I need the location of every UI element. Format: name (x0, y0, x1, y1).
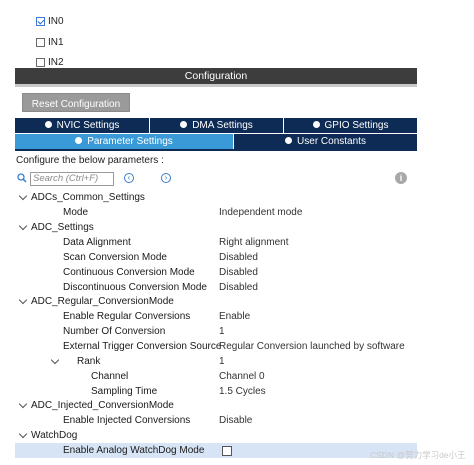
param-row-continuous-conversion-mode[interactable]: Continuous Conversion Mode Disabled (15, 265, 417, 280)
watermark: CSDN @努力学习de小王 (370, 450, 466, 460)
status-dot-icon (285, 137, 293, 144)
tab-parameter-settings[interactable]: Parameter Settings (15, 134, 233, 149)
param-row-enable-analog-watchdog-mode[interactable]: Enable Analog WatchDog Mode (15, 443, 417, 458)
tree-row-adc-regular-conversionmode[interactable]: ADC_Regular_ConversionMode (15, 294, 417, 309)
tab-dma-settings[interactable]: DMA Settings (150, 118, 283, 133)
in2-checkbox[interactable] (36, 58, 45, 67)
param-row-number-of-conversion[interactable]: Number Of Conversion 1 (15, 324, 417, 339)
in1-checkbox[interactable] (36, 38, 45, 47)
tree-row-adc-injected-conversionmode[interactable]: ADC_Injected_ConversionMode (15, 398, 417, 413)
analog-watchdog-checkbox[interactable] (222, 446, 232, 456)
param-row-sampling-time[interactable]: Sampling Time 1.5 Cycles (15, 384, 417, 399)
param-row-enable-regular-conversions[interactable]: Enable Regular Conversions Enable (15, 309, 417, 324)
param-row-channel[interactable]: Channel Channel 0 (15, 369, 417, 384)
status-dot-icon (44, 121, 52, 128)
search-input[interactable]: Search (Ctrl+F) (30, 172, 114, 186)
expand-arrow-icon[interactable] (18, 295, 28, 305)
expand-arrow-icon[interactable] (18, 429, 28, 439)
expand-arrow-icon[interactable] (18, 191, 28, 201)
status-dot-icon (75, 137, 83, 144)
expand-arrow-icon[interactable] (18, 399, 28, 409)
param-row-discontinuous-conversion-mode[interactable]: Discontinuous Conversion Mode Disabled (15, 280, 417, 295)
in2-clip: IN2 (0, 55, 474, 68)
search-icon (17, 173, 27, 183)
header-divider (15, 84, 417, 87)
in0-checkbox[interactable] (36, 17, 45, 26)
configure-hint: Configure the below parameters : (16, 155, 164, 166)
reset-configuration-button[interactable]: Reset Configuration (22, 93, 130, 112)
tree-row-adcs-common-settings[interactable]: ADCs_Common_Settings (15, 190, 417, 205)
in2-label: IN2 (48, 57, 64, 68)
param-row-mode[interactable]: Mode Independent mode (15, 205, 417, 220)
tree-row-adc-settings[interactable]: ADC_Settings (15, 220, 417, 235)
expand-arrow-icon[interactable] (18, 221, 28, 231)
tabs-underline (15, 149, 417, 151)
param-row-external-trigger-source[interactable]: External Trigger Conversion Source Regul… (15, 339, 417, 354)
configuration-header: Configuration (15, 68, 417, 84)
tree-row-rank[interactable]: Rank 1 (15, 354, 417, 369)
tree-row-watchdog[interactable]: WatchDog (15, 428, 417, 443)
tab-nvic-settings[interactable]: NVIC Settings (15, 118, 149, 133)
in1-label: IN1 (48, 37, 64, 48)
tab-gpio-settings[interactable]: GPIO Settings (284, 118, 417, 133)
info-icon[interactable]: i (395, 172, 407, 184)
status-dot-icon (180, 121, 188, 128)
search-next-icon[interactable]: › (161, 173, 171, 183)
param-row-scan-conversion-mode[interactable]: Scan Conversion Mode Disabled (15, 250, 417, 265)
param-row-data-alignment[interactable]: Data Alignment Right alignment (15, 235, 417, 250)
expand-arrow-icon[interactable] (50, 355, 60, 365)
in0-label: IN0 (48, 16, 64, 27)
search-previous-icon[interactable]: ‹ (124, 173, 134, 183)
param-row-enable-injected-conversions[interactable]: Enable Injected Conversions Disable (15, 413, 417, 428)
status-dot-icon (312, 121, 320, 128)
tab-user-constants[interactable]: User Constants (234, 134, 417, 149)
